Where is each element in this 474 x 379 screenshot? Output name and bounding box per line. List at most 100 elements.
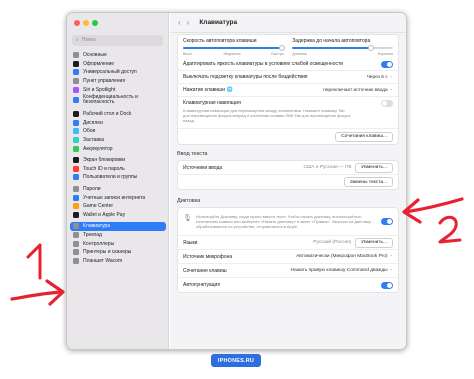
game-center-icon	[73, 203, 79, 210]
text-input-heading: Ввод текста	[177, 151, 208, 157]
search-input[interactable]: ⌕ Поиск	[72, 35, 163, 46]
accessibility-icon	[73, 69, 79, 76]
dock-icon	[73, 111, 79, 118]
sidebar-item-at[interactable]: Учетные записи интернета	[70, 193, 166, 202]
users-icon	[73, 174, 79, 181]
toolbar: ‹ › Клавиатура	[170, 13, 406, 33]
edit-dictation-language-button[interactable]: Изменить...	[355, 237, 393, 248]
adjust-brightness-toggle[interactable]	[381, 60, 393, 68]
sidebar-item-display[interactable]: Дисплеи	[70, 119, 166, 128]
battery-icon	[73, 145, 79, 152]
sidebar-item-siri[interactable]: Siri и Spotlight	[70, 85, 166, 94]
sidebar-item-appearance[interactable]: Оформление	[70, 60, 166, 69]
dictation-heading: Диктовка	[177, 198, 201, 204]
search-icon: ⌕	[76, 37, 79, 43]
adjust-brightness-label: Адаптировать яркость клавиатуры в услови…	[183, 61, 344, 67]
globe-key-select[interactable]: переключает источник ввода ⌃	[323, 88, 393, 93]
input-sources-value: США и Русская — ПК	[303, 165, 352, 170]
dictation-card: 🎙 Используйте Диктовку, когда нужно ввес…	[177, 207, 399, 293]
control-center-icon	[73, 78, 79, 85]
tick-off: Выкл.	[183, 52, 193, 56]
input-sources-controls: США и Русская — ПК Изменить...	[303, 162, 393, 173]
sidebar-item-wallpaper[interactable]: Обои	[70, 127, 166, 136]
sidebar-item-tablet[interactable]: Планшет Wacom	[70, 256, 166, 265]
backlight-off-select[interactable]: Через 5 с ⌃	[367, 75, 393, 80]
sidebar-item-label: Touch ID и пароль	[83, 165, 125, 172]
sidebar-item-control-center[interactable]: Пункт управления	[70, 77, 166, 86]
sidebar-item-screensaver[interactable]: Заставка	[70, 136, 166, 145]
text-input-card: Источники ввода США и Русская — ПК Измен…	[177, 160, 399, 190]
zoom-window-button[interactable]	[92, 20, 98, 26]
text-replacements-row: Замены текста...	[178, 175, 398, 189]
sidebar-item-fingerprint[interactable]: Touch ID и пароль	[70, 165, 166, 174]
keyboard-icon	[73, 223, 79, 230]
printer-icon	[73, 249, 79, 256]
keyboard-nav-toggle[interactable]	[381, 100, 393, 107]
keyboard-nav-label: Клавиатурная навигация	[183, 100, 241, 106]
mic-source-select[interactable]: Автоматически (Микрофон MacBook Pro) ⌃	[296, 254, 393, 259]
sidebar-item-label: Конфиденциальность и безопасность	[83, 93, 138, 106]
keyboard-nav-row: Клавиатурная навигация Клавиатурная нави…	[178, 97, 398, 129]
dictation-shortcut-select[interactable]: Нажать правую клавишу Command дважды ⌃	[291, 268, 393, 273]
key-repeat-ticks: Выкл. Медленно Быстро	[183, 52, 284, 56]
sidebar-item-hand[interactable]: Конфиденциальность и безопасность	[70, 94, 166, 107]
auto-punctuation-toggle[interactable]	[381, 281, 393, 289]
globe-key-label: Нажатие клавиши	[183, 87, 225, 93]
auto-punctuation-row: Автопунктуация	[178, 278, 398, 292]
backlight-off-row: Выключать подсветку клавиатуры после без…	[178, 71, 398, 84]
sidebar-item-trackpad[interactable]: Трекпад	[70, 231, 166, 240]
forward-button[interactable]: ›	[187, 18, 190, 27]
text-replacements-button[interactable]: Замены текста...	[343, 177, 393, 187]
sidebar-item-gear[interactable]: Основные	[70, 51, 166, 60]
sidebar-item-battery[interactable]: Аккумулятор	[70, 144, 166, 153]
repeat-delay-knob[interactable]	[367, 45, 374, 51]
sidebar-item-keyboard[interactable]: Клавиатура	[70, 222, 166, 231]
input-sources-row: Источники ввода США и Русская — ПК Измен…	[178, 161, 398, 175]
sidebar-item-accessibility[interactable]: Универсальный доступ	[70, 68, 166, 77]
keyboard-shortcuts-button[interactable]: Сочетания клавиш...	[335, 131, 393, 142]
fingerprint-icon	[73, 165, 79, 172]
sidebar-item-game-center[interactable]: Game Center	[70, 202, 166, 211]
dictation-language-row: Языки Русский (Россия) Изменить...	[178, 236, 398, 250]
sidebar-item-label: Пользователи и группы	[83, 174, 138, 181]
dictation-desc-wrap: 🎙 Используйте Диктовку, когда нужно ввес…	[183, 214, 371, 229]
globe-icon: 🌐	[226, 87, 234, 93]
sidebar-item-key[interactable]: Пароли	[70, 185, 166, 194]
repeat-delay-slider[interactable]: Задержка до начала автоповтора Длинная К…	[292, 38, 393, 56]
edit-input-sources-button[interactable]: Изменить...	[355, 162, 393, 173]
microphone-icon: 🎙	[183, 215, 192, 222]
dictation-shortcut-label: Сочетание клавиш	[183, 267, 227, 274]
annotation-number-2	[438, 215, 462, 244]
repeat-delay-track[interactable]	[292, 45, 393, 51]
repeat-delay-ticks: Длинная Короткая	[292, 52, 393, 56]
sidebar-item-gamepad[interactable]: Контроллеры	[70, 239, 166, 248]
annotation-number-1	[26, 243, 42, 280]
repeat-sliders: Скорость автоповтора клавиши Выкл. Медле…	[178, 35, 398, 58]
key-repeat-knob[interactable]	[278, 45, 285, 51]
sidebar-item-label: Принтеры и сканеры	[83, 249, 132, 256]
chevron-updown-icon: ⌃	[389, 74, 393, 80]
dictation-toggle[interactable]	[381, 218, 393, 225]
annotation-arrow-1	[10, 279, 65, 306]
trackpad-icon	[73, 231, 79, 238]
key-repeat-track[interactable]	[183, 45, 285, 51]
sidebar-item-users[interactable]: Пользователи и группы	[70, 173, 166, 182]
sidebar-item-dock[interactable]: Рабочий стол и Dock	[70, 110, 166, 119]
sidebar-item-wallet[interactable]: Wallet и Apple Pay	[70, 211, 166, 220]
sidebar-item-printer[interactable]: Принтеры и сканеры	[70, 248, 166, 257]
at-icon	[73, 194, 79, 201]
sidebar-item-lock-screen[interactable]: Экран блокировки	[70, 156, 166, 165]
back-button[interactable]: ‹	[178, 18, 181, 27]
tick-slow: Медленно	[223, 52, 241, 56]
sidebar-item-label: Экран блокировки	[83, 157, 126, 164]
close-window-button[interactable]	[74, 20, 80, 26]
annotation-arrow-2	[402, 197, 464, 224]
sidebar-item-label: Game Center	[83, 203, 114, 210]
appearance-icon	[73, 60, 79, 67]
key-repeat-slider[interactable]: Скорость автоповтора клавиши Выкл. Медле…	[183, 38, 285, 56]
minimize-window-button[interactable]	[83, 20, 89, 26]
dictation-shortcut-row: Сочетание клавиш Нажать правую клавишу C…	[178, 264, 398, 278]
dictation-toggle-row: 🎙 Используйте Диктовку, когда нужно ввес…	[178, 208, 398, 236]
dictation-language-controls: Русский (Россия) Изменить...	[313, 237, 393, 248]
watermark-badge: IPHONES.RU	[211, 354, 261, 367]
